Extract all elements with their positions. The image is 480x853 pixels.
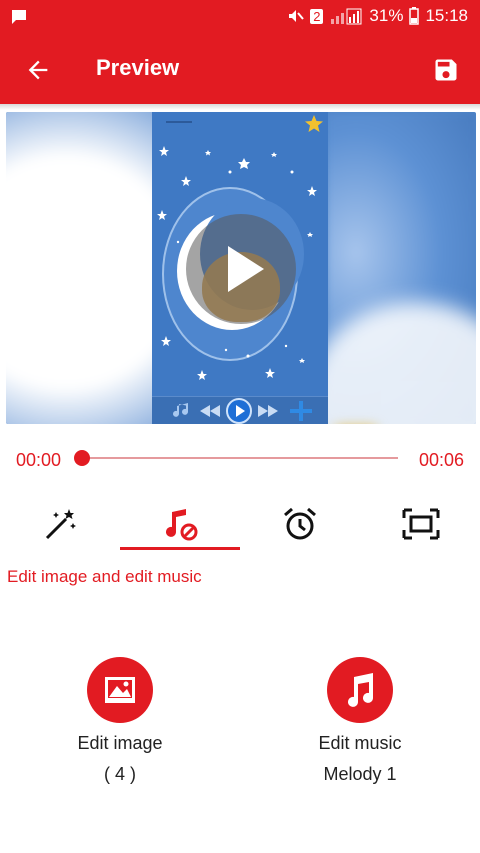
arrow-back-icon[interactable]: [24, 56, 52, 84]
app-bar: Preview: [0, 34, 480, 104]
battery-percent: 31%: [369, 6, 404, 25]
video-preview[interactable]: [6, 112, 476, 424]
edit-music-action[interactable]: Edit music Melody 1: [290, 657, 430, 785]
plus-icon: [290, 401, 312, 421]
music-note-icon: [348, 673, 373, 707]
preview-player-controls: [152, 396, 328, 424]
aspect-ratio-icon: [402, 508, 440, 540]
active-tab-indicator: [120, 547, 240, 550]
play-icon: [228, 246, 264, 292]
music-off-icon: [166, 509, 198, 541]
edit-music-track: Melody 1: [323, 764, 397, 784]
rewind-icon: [200, 405, 220, 417]
edit-music-button[interactable]: [327, 657, 393, 723]
edit-tabs: [0, 500, 480, 550]
play-button[interactable]: [186, 214, 296, 324]
edit-image-button[interactable]: [87, 657, 153, 723]
play-icon: [226, 398, 252, 424]
edit-image-action[interactable]: Edit image ( 4 ): [50, 657, 190, 785]
status-bar: 2 31% 15:18: [0, 0, 480, 34]
save-icon[interactable]: [432, 56, 460, 84]
page-title: Preview: [96, 55, 180, 80]
app-bar-shadow: [0, 104, 480, 110]
status-indicators: 2 31% 15:18: [286, 6, 468, 26]
seek-track[interactable]: [82, 457, 398, 459]
battery-icon: [409, 7, 420, 25]
signal-icon: [331, 8, 362, 25]
mute-icon: [289, 10, 304, 22]
chat-bubble-icon: [12, 10, 26, 24]
tab-caption: Edit image and edit music: [7, 567, 202, 586]
edit-image-label: Edit image: [77, 733, 163, 753]
magic-wand-icon: [45, 509, 76, 540]
music-note-icon: [173, 403, 188, 417]
tab-magic-wand[interactable]: [0, 500, 120, 550]
tab-music[interactable]: [120, 500, 240, 550]
tab-alarm[interactable]: [240, 500, 360, 550]
fast-forward-icon: [258, 405, 278, 417]
alarm-clock-icon: [284, 507, 316, 540]
seek-bar: 00:00 00:06: [0, 440, 480, 476]
sim-slot-badge: 2: [310, 8, 324, 24]
clock: 15:18: [425, 6, 468, 25]
edit-image-count: ( 4 ): [103, 764, 136, 784]
image-icon: [105, 677, 135, 703]
current-time: 00:00: [16, 450, 62, 470]
tab-fullscreen[interactable]: [360, 500, 480, 550]
seek-thumb[interactable]: [74, 450, 90, 466]
total-time: 00:06: [418, 450, 464, 470]
edit-music-label: Edit music: [318, 733, 402, 753]
